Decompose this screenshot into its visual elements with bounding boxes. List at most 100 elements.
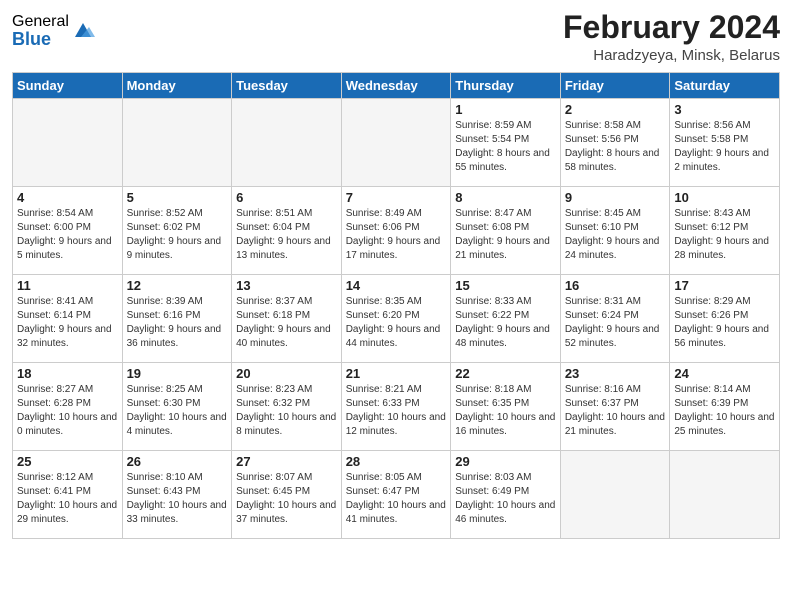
day-number: 11 xyxy=(17,278,118,293)
day-info: Sunrise: 8:23 AM Sunset: 6:32 PM Dayligh… xyxy=(236,383,337,439)
table-row: 16Sunrise: 8:31 AM Sunset: 6:24 PM Dayli… xyxy=(560,275,670,363)
table-row: 5 Sunrise: 8:52 AM Sunset: 6:02 PM Daylig… xyxy=(122,187,232,275)
table-row: 20 Sunrise: 8:23 AM Sunset: 6:32 PM Dayli… xyxy=(232,363,342,451)
day-number: 1 xyxy=(455,102,556,117)
table-row: 28 Sunrise: 8:05 AM Sunset: 6:47 PM Dayli… xyxy=(341,451,451,539)
table-row: 26 Sunrise: 8:10 AM Sunset: 6:43 PM Dayli… xyxy=(122,451,232,539)
table-row xyxy=(341,99,451,187)
day-info: Sunrise: 8:41 AM Sunset: 6:14 PM Dayligh… xyxy=(17,295,118,351)
logo: General Blue xyxy=(12,14,95,48)
day-number: 8 xyxy=(455,190,556,205)
day-number: 22 xyxy=(455,366,556,381)
table-row: 18Sunrise: 8:27 AM Sunset: 6:28 PM Dayli… xyxy=(13,363,123,451)
header-tuesday: Tuesday xyxy=(232,73,342,99)
calendar-week-4: 18Sunrise: 8:27 AM Sunset: 6:28 PM Dayli… xyxy=(13,363,780,451)
table-row: 4Sunrise: 8:54 AM Sunset: 6:00 PM Daylig… xyxy=(13,187,123,275)
table-row: 3 Sunrise: 8:56 AM Sunset: 5:58 PM Daylig… xyxy=(670,99,780,187)
day-number: 9 xyxy=(565,190,666,205)
day-info: Sunrise: 8:18 AM Sunset: 6:35 PM Dayligh… xyxy=(455,383,556,439)
day-number: 2 xyxy=(565,102,666,117)
header-wednesday: Wednesday xyxy=(341,73,451,99)
header-friday: Friday xyxy=(560,73,670,99)
month-title: February 2024 xyxy=(563,10,780,45)
day-info: Sunrise: 8:21 AM Sunset: 6:33 PM Dayligh… xyxy=(346,383,447,439)
day-number: 16 xyxy=(565,278,666,293)
calendar-week-1: 1 Sunrise: 8:59 AM Sunset: 5:54 PM Daylig… xyxy=(13,99,780,187)
table-row: 11 Sunrise: 8:41 AM Sunset: 6:14 PM Dayli… xyxy=(13,275,123,363)
day-number: 15 xyxy=(455,278,556,293)
day-info: Sunrise: 8:07 AM Sunset: 6:45 PM Dayligh… xyxy=(236,471,337,527)
day-info: Sunrise: 8:10 AM Sunset: 6:43 PM Dayligh… xyxy=(127,471,228,527)
table-row xyxy=(13,99,123,187)
table-row: 21Sunrise: 8:21 AM Sunset: 6:33 PM Dayli… xyxy=(341,363,451,451)
calendar-table: Sunday Monday Tuesday Wednesday Thursday… xyxy=(12,72,780,539)
table-row: 6Sunrise: 8:51 AM Sunset: 6:04 PM Daylig… xyxy=(232,187,342,275)
day-info: Sunrise: 8:33 AM Sunset: 6:22 PM Dayligh… xyxy=(455,295,556,351)
calendar-week-2: 4Sunrise: 8:54 AM Sunset: 6:00 PM Daylig… xyxy=(13,187,780,275)
day-info: Sunrise: 8:35 AM Sunset: 6:20 PM Dayligh… xyxy=(346,295,447,351)
day-number: 29 xyxy=(455,454,556,469)
day-info: Sunrise: 8:56 AM Sunset: 5:58 PM Dayligh… xyxy=(674,119,775,175)
day-number: 5 xyxy=(127,190,228,205)
header-monday: Monday xyxy=(122,73,232,99)
calendar-header-row: Sunday Monday Tuesday Wednesday Thursday… xyxy=(13,73,780,99)
table-row: 23 Sunrise: 8:16 AM Sunset: 6:37 PM Dayli… xyxy=(560,363,670,451)
header: General Blue February 2024 Haradzyeya, M… xyxy=(12,10,780,64)
day-number: 10 xyxy=(674,190,775,205)
day-info: Sunrise: 8:14 AM Sunset: 6:39 PM Dayligh… xyxy=(674,383,775,439)
day-number: 4 xyxy=(17,190,118,205)
day-number: 24 xyxy=(674,366,775,381)
day-info: Sunrise: 8:59 AM Sunset: 5:54 PM Dayligh… xyxy=(455,119,556,175)
table-row: 17 Sunrise: 8:29 AM Sunset: 6:26 PM Dayli… xyxy=(670,275,780,363)
day-number: 3 xyxy=(674,102,775,117)
day-info: Sunrise: 8:49 AM Sunset: 6:06 PM Dayligh… xyxy=(346,207,447,263)
day-number: 18 xyxy=(17,366,118,381)
day-number: 23 xyxy=(565,366,666,381)
table-row xyxy=(232,99,342,187)
header-sunday: Sunday xyxy=(13,73,123,99)
day-number: 20 xyxy=(236,366,337,381)
day-info: Sunrise: 8:05 AM Sunset: 6:47 PM Dayligh… xyxy=(346,471,447,527)
table-row xyxy=(670,451,780,539)
day-info: Sunrise: 8:12 AM Sunset: 6:41 PM Dayligh… xyxy=(17,471,118,527)
day-info: Sunrise: 8:16 AM Sunset: 6:37 PM Dayligh… xyxy=(565,383,666,439)
day-info: Sunrise: 8:43 AM Sunset: 6:12 PM Dayligh… xyxy=(674,207,775,263)
day-number: 17 xyxy=(674,278,775,293)
calendar-week-5: 25 Sunrise: 8:12 AM Sunset: 6:41 PM Dayli… xyxy=(13,451,780,539)
table-row: 1 Sunrise: 8:59 AM Sunset: 5:54 PM Daylig… xyxy=(451,99,561,187)
day-info: Sunrise: 8:29 AM Sunset: 6:26 PM Dayligh… xyxy=(674,295,775,351)
logo-icon xyxy=(71,19,95,43)
day-number: 7 xyxy=(346,190,447,205)
day-info: Sunrise: 8:52 AM Sunset: 6:02 PM Dayligh… xyxy=(127,207,228,263)
table-row: 25 Sunrise: 8:12 AM Sunset: 6:41 PM Dayli… xyxy=(13,451,123,539)
table-row: 7 Sunrise: 8:49 AM Sunset: 6:06 PM Daylig… xyxy=(341,187,451,275)
day-info: Sunrise: 8:58 AM Sunset: 5:56 PM Dayligh… xyxy=(565,119,666,175)
title-area: February 2024 Haradzyeya, Minsk, Belarus xyxy=(563,10,780,64)
day-info: Sunrise: 8:25 AM Sunset: 6:30 PM Dayligh… xyxy=(127,383,228,439)
day-number: 27 xyxy=(236,454,337,469)
table-row: 24 Sunrise: 8:14 AM Sunset: 6:39 PM Dayli… xyxy=(670,363,780,451)
table-row: 27 Sunrise: 8:07 AM Sunset: 6:45 PM Dayli… xyxy=(232,451,342,539)
table-row: 8 Sunrise: 8:47 AM Sunset: 6:08 PM Daylig… xyxy=(451,187,561,275)
day-number: 12 xyxy=(127,278,228,293)
calendar-week-3: 11 Sunrise: 8:41 AM Sunset: 6:14 PM Dayli… xyxy=(13,275,780,363)
day-number: 13 xyxy=(236,278,337,293)
header-saturday: Saturday xyxy=(670,73,780,99)
logo-blue: Blue xyxy=(12,30,69,48)
header-thursday: Thursday xyxy=(451,73,561,99)
table-row: 19 Sunrise: 8:25 AM Sunset: 6:30 PM Dayli… xyxy=(122,363,232,451)
day-info: Sunrise: 8:47 AM Sunset: 6:08 PM Dayligh… xyxy=(455,207,556,263)
table-row: 13Sunrise: 8:37 AM Sunset: 6:18 PM Dayli… xyxy=(232,275,342,363)
day-info: Sunrise: 8:45 AM Sunset: 6:10 PM Dayligh… xyxy=(565,207,666,263)
table-row: 2 Sunrise: 8:58 AM Sunset: 5:56 PM Daylig… xyxy=(560,99,670,187)
day-number: 28 xyxy=(346,454,447,469)
day-number: 26 xyxy=(127,454,228,469)
table-row: 12Sunrise: 8:39 AM Sunset: 6:16 PM Dayli… xyxy=(122,275,232,363)
day-number: 25 xyxy=(17,454,118,469)
day-info: Sunrise: 8:03 AM Sunset: 6:49 PM Dayligh… xyxy=(455,471,556,527)
logo-general: General xyxy=(12,14,69,30)
table-row: 10 Sunrise: 8:43 AM Sunset: 6:12 PM Dayli… xyxy=(670,187,780,275)
table-row xyxy=(560,451,670,539)
day-number: 14 xyxy=(346,278,447,293)
day-number: 19 xyxy=(127,366,228,381)
